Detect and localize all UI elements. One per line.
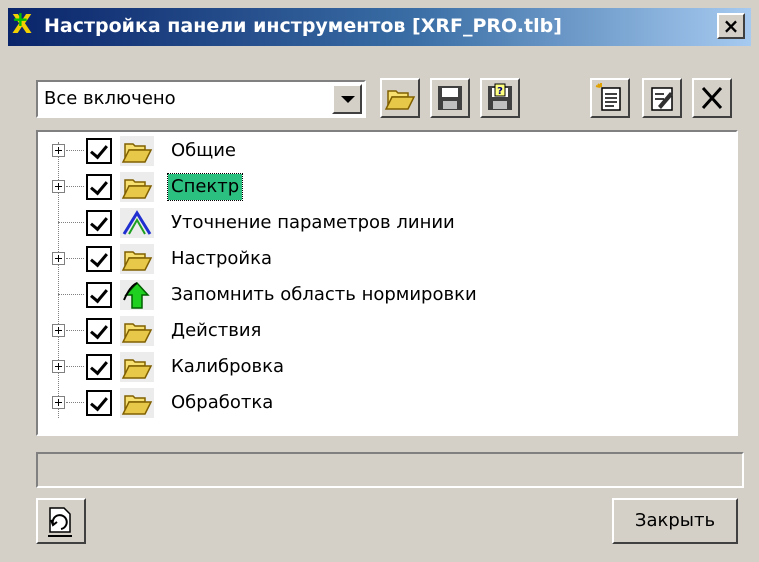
new-item-button[interactable] <box>590 78 630 118</box>
chevron-down-icon[interactable] <box>332 84 362 114</box>
checkbox-checked[interactable] <box>86 174 112 200</box>
peak-line-icon <box>120 208 154 238</box>
tree-item-label: Действия <box>171 320 262 341</box>
tree-item-label: Запомнить область нормировки <box>171 284 477 305</box>
checkbox-checked[interactable] <box>86 138 112 164</box>
tree-item-line-params[interactable]: Уточнение параметров линии <box>38 206 728 240</box>
toolbar-settings-dialog: + X Настройка панели инструментов [XRF_PR… <box>0 0 759 562</box>
up-arrow-icon <box>120 280 154 310</box>
tree-item-settings[interactable]: Настройка <box>38 242 728 276</box>
open-folder-icon <box>384 90 416 110</box>
checkbox-checked[interactable] <box>86 354 112 380</box>
folder-open-icon <box>120 172 154 202</box>
app-icon: + X <box>12 7 33 40</box>
folder-open-icon <box>120 352 154 382</box>
svg-text:?: ? <box>497 86 503 97</box>
tree-item-label: Настройка <box>171 248 272 269</box>
save-as-icon: ? <box>488 83 512 110</box>
tree-item-actions[interactable]: Действия <box>38 314 728 348</box>
tree-item-label-selected: Спектр <box>166 173 244 201</box>
folder-open-icon <box>120 136 154 166</box>
checkbox-checked[interactable] <box>86 318 112 344</box>
reset-icon <box>48 507 72 537</box>
tree-item-processing[interactable]: Обработка <box>38 386 728 420</box>
close-button-label: Закрыть <box>634 510 716 531</box>
checkbox-checked[interactable] <box>86 246 112 272</box>
checkbox-checked[interactable] <box>86 282 112 308</box>
tree-item-label: Обработка <box>171 392 274 413</box>
expand-icon[interactable] <box>52 252 65 265</box>
reset-button[interactable] <box>36 498 86 544</box>
preset-dropdown[interactable]: Все включено <box>36 80 366 118</box>
preset-value: Все включено <box>44 88 176 109</box>
tree-item-calibration[interactable]: Калибровка <box>38 350 728 384</box>
expand-icon[interactable] <box>52 396 65 409</box>
status-bar <box>36 452 744 488</box>
save-button[interactable] <box>430 78 470 118</box>
edit-item-button[interactable] <box>642 78 682 118</box>
save-icon <box>438 86 462 110</box>
expand-icon[interactable] <box>52 360 65 373</box>
close-window-button[interactable]: × <box>717 13 745 39</box>
folder-open-icon <box>120 388 154 418</box>
expand-icon[interactable] <box>52 180 65 193</box>
checkbox-checked[interactable] <box>86 210 112 236</box>
folder-open-icon <box>120 244 154 274</box>
expand-icon[interactable] <box>52 144 65 157</box>
delete-icon <box>701 86 723 110</box>
open-button[interactable] <box>380 78 420 118</box>
edit-item-icon <box>651 87 673 111</box>
checkbox-checked[interactable] <box>86 390 112 416</box>
expand-icon[interactable] <box>52 324 65 337</box>
toolbar-tree[interactable]: Общие Спектр Уточнение параметров линии <box>36 130 738 436</box>
close-button[interactable]: Закрыть <box>612 498 738 544</box>
tree-item-general[interactable]: Общие <box>38 134 728 168</box>
tree-item-label: Калибровка <box>171 356 285 377</box>
delete-button[interactable] <box>692 78 732 118</box>
title-bar[interactable]: + X Настройка панели инструментов [XRF_PR… <box>8 7 751 46</box>
save-as-button[interactable]: ? <box>480 78 520 118</box>
window-title: Настройка панели инструментов [XRF_PRO.t… <box>44 15 562 37</box>
tree-item-label: Общие <box>171 140 236 161</box>
new-item-icon <box>595 83 621 111</box>
tree-item-normalization[interactable]: Запомнить область нормировки <box>38 278 728 312</box>
tree-item-spectrum[interactable]: Спектр <box>38 170 728 204</box>
folder-open-icon <box>120 316 154 346</box>
tree-item-label: Уточнение параметров линии <box>171 212 455 233</box>
